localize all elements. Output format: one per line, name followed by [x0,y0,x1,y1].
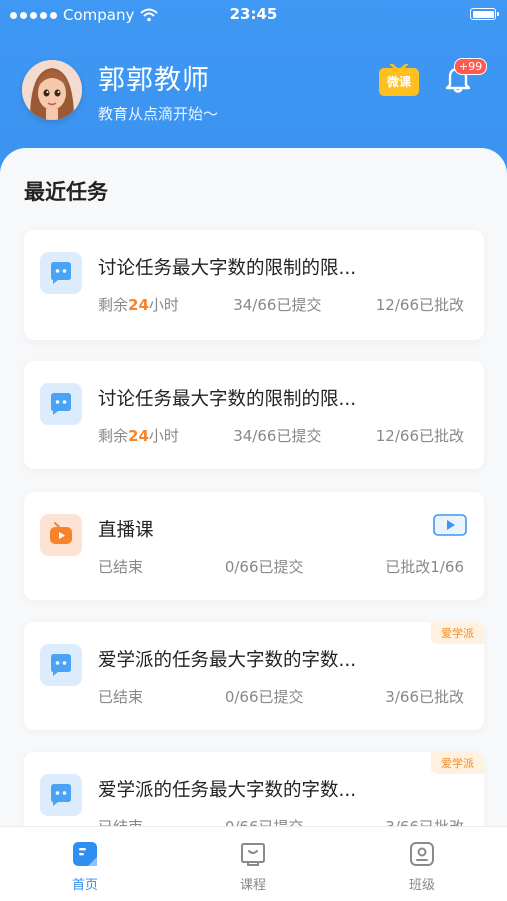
task-graded: 3/66已批改 [385,688,464,706]
main-panel: 最近任务 讨论任务最大字数的限制的限... 剩余24小时 34/66已提交 12… [0,148,507,900]
teacher-motto: 教育从点滴开始～ [98,105,219,123]
task-stats: 剩余24小时 34/66已提交 12/66已批改 [98,425,464,446]
live-class-card[interactable]: 直播课 已结束 0/66已提交 已批改1/66 [24,492,484,600]
task-remaining: 剩余24小时 [98,296,179,314]
task-title: 爱学派的任务最大字数的字数... [98,780,357,801]
task-submitted: 34/66已提交 [233,427,322,445]
notification-badge: +99 [454,58,488,75]
bottom-tab-bar: 首页 课程 班级 [0,826,507,901]
task-stats: 已结束 0/66已提交 已批改1/66 [98,556,464,577]
task-remaining: 剩余24小时 [98,427,179,445]
tab-class[interactable]: 班级 [382,839,462,893]
tab-class-label: 班级 [408,878,435,893]
live-class-icon [40,514,82,556]
micro-course-label: 微课 [379,68,419,96]
status-time: 23:45 [229,5,278,23]
task-stats: 已结束 0/66已提交 3/66已批改 [98,686,464,707]
task-status: 已结束 [98,558,144,576]
home-icon [73,842,97,866]
discussion-icon [40,383,82,425]
battery-icon [470,8,499,20]
discussion-icon [40,252,82,294]
task-title: 爱学派的任务最大字数的字数... [98,650,357,671]
source-tag: 爱学派 [431,622,484,644]
task-card[interactable]: 爱学派 爱学派的任务最大字数的字数... 已结束 0/66已提交 3/66已批改 [24,622,484,730]
task-status: 已结束 [98,688,144,706]
source-tag: 爱学派 [431,752,484,774]
course-icon [241,843,265,866]
tab-home-label: 首页 [71,878,98,893]
task-graded: 已批改1/66 [385,558,464,576]
teacher-name: 郭郭教师 [98,65,210,96]
task-title: 讨论任务最大字数的限制的限... [98,389,357,410]
task-submitted: 0/66已提交 [224,558,304,576]
task-submitted: 34/66已提交 [233,296,322,314]
tab-home[interactable]: 首页 [45,839,125,893]
tab-course[interactable]: 课程 [213,839,293,893]
task-title: 直播课 [98,520,154,541]
status-bar: Company 23:45 [0,0,507,30]
task-card[interactable]: 讨论任务最大字数的限制的限... 剩余24小时 34/66已提交 12/66已批… [24,361,484,469]
section-title: 最近任务 [24,180,108,204]
task-graded: 12/66已批改 [375,296,464,314]
task-graded: 12/66已批改 [375,427,464,445]
play-video-icon[interactable] [433,514,467,536]
discussion-icon [40,644,82,686]
discussion-icon [40,774,82,816]
task-card[interactable]: 讨论任务最大字数的限制的限... 剩余24小时 34/66已提交 12/66已批… [24,230,484,340]
task-submitted: 0/66已提交 [224,688,304,706]
avatar-portrait-icon [22,60,82,120]
class-icon [410,842,434,866]
task-stats: 剩余24小时 34/66已提交 12/66已批改 [98,294,464,315]
micro-course-button[interactable]: 微课 [379,64,419,96]
avatar[interactable] [22,60,82,120]
tab-course-label: 课程 [239,878,266,893]
task-title: 讨论任务最大字数的限制的限... [98,258,357,279]
